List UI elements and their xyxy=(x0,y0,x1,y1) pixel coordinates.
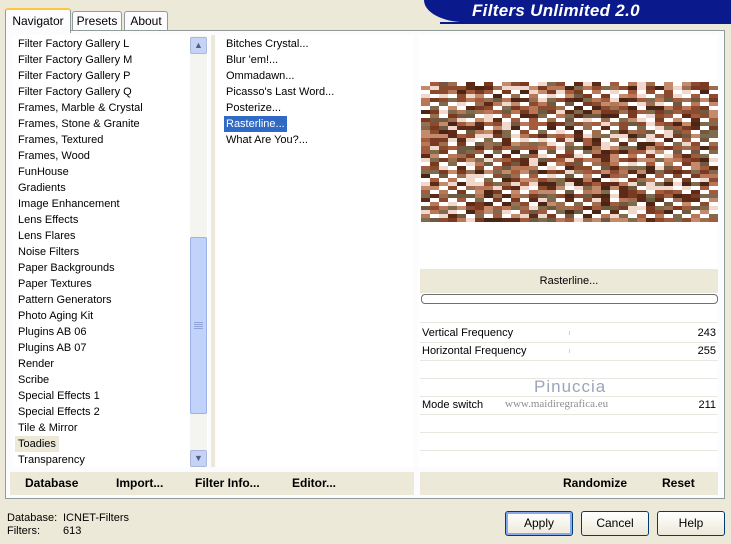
category-item[interactable]: Frames, Textured xyxy=(18,132,103,148)
param-track xyxy=(569,331,570,335)
filter-list[interactable]: Bitches Crystal... Blur 'em!... Ommadawn..… xyxy=(216,35,414,467)
category-list[interactable]: Filter Factory Gallery L Filter Factory G… xyxy=(13,35,208,467)
tab-presets[interactable]: Presets xyxy=(72,11,122,31)
category-item[interactable]: Gradients xyxy=(18,180,66,196)
filter-item[interactable]: Picasso's Last Word... xyxy=(226,84,334,100)
param-label: Mode switch xyxy=(422,399,484,411)
scroll-grip-line xyxy=(194,322,203,323)
category-item[interactable]: Special Effects 2 xyxy=(18,404,100,420)
watermark-url: www.maidiregrafica.eu xyxy=(505,398,609,410)
category-item[interactable]: Frames, Wood xyxy=(18,148,90,164)
import-button[interactable]: Import... xyxy=(116,474,163,492)
category-item[interactable]: Filter Factory Gallery Q xyxy=(18,84,132,100)
category-item[interactable]: FunHouse xyxy=(18,164,69,180)
filter-info-button[interactable]: Filter Info... xyxy=(195,474,260,492)
tab-about[interactable]: About xyxy=(124,11,168,31)
filter-name-label: Rasterline... xyxy=(420,269,718,293)
category-item[interactable]: Pattern Generators xyxy=(18,292,112,308)
param-separator xyxy=(420,322,718,323)
filter-preview-image xyxy=(421,82,718,222)
param-separator xyxy=(420,432,718,433)
database-label: Database: xyxy=(7,512,58,524)
category-item[interactable]: Plugins AB 06 xyxy=(18,324,87,340)
scroll-thumb[interactable] xyxy=(190,237,207,414)
param-value: 255 xyxy=(697,345,716,357)
scroll-grip-line xyxy=(194,324,203,325)
param-separator xyxy=(420,414,718,415)
filter-item[interactable]: Blur 'em!... xyxy=(226,52,278,68)
category-item[interactable]: Lens Flares xyxy=(18,228,75,244)
filter-item[interactable]: Posterize... xyxy=(226,100,281,116)
database-value: ICNET-Filters xyxy=(63,512,129,524)
param-value: 243 xyxy=(697,327,716,339)
category-item[interactable]: Frames, Marble & Crystal xyxy=(18,100,143,116)
category-scrollbar[interactable]: ▲ ▼ xyxy=(190,36,207,467)
param-value: 211 xyxy=(698,399,716,411)
category-item[interactable]: Photo Aging Kit xyxy=(18,308,93,324)
filter-item[interactable]: Bitches Crystal... xyxy=(226,36,309,52)
category-item[interactable]: Paper Backgrounds xyxy=(18,260,115,276)
category-item[interactable]: Noise Filters xyxy=(18,244,79,260)
category-item[interactable]: Render xyxy=(18,356,54,372)
param-label: Vertical Frequency xyxy=(422,327,514,339)
category-item[interactable]: Plugins AB 07 xyxy=(18,340,87,356)
database-button[interactable]: Database xyxy=(25,474,78,492)
app-title: Filters Unlimited 2.0 xyxy=(472,1,640,20)
param-separator xyxy=(420,360,718,361)
category-item[interactable]: Filter Factory Gallery L xyxy=(18,36,129,52)
category-item[interactable]: Filter Factory Gallery M xyxy=(18,52,132,68)
filters-count-value: 613 xyxy=(63,525,82,537)
category-item[interactable]: Scribe xyxy=(18,372,49,388)
param-separator xyxy=(420,450,718,451)
category-item[interactable]: Tile & Mirror xyxy=(18,420,77,436)
list-divider xyxy=(211,35,215,467)
category-item[interactable]: Special Effects 1 xyxy=(18,388,100,404)
scroll-up-button[interactable]: ▲ xyxy=(190,37,207,54)
reset-button[interactable]: Reset xyxy=(662,474,695,492)
watermark-name: Pinuccia xyxy=(534,377,607,396)
category-item[interactable]: Toadies xyxy=(15,436,59,452)
param-track xyxy=(569,349,570,353)
randomize-button[interactable]: Randomize xyxy=(563,474,627,492)
editor-button[interactable]: Editor... xyxy=(292,474,336,492)
progress-bar xyxy=(421,294,718,304)
filter-item[interactable]: What Are You?... xyxy=(226,132,308,148)
category-item[interactable]: Image Enhancement xyxy=(18,196,120,212)
category-item[interactable]: Frames, Stone & Granite xyxy=(18,116,140,132)
category-item[interactable]: Filter Factory Gallery P xyxy=(18,68,130,84)
filters-count-label: Filters: xyxy=(7,525,40,537)
scroll-grip-line xyxy=(194,326,203,327)
category-item[interactable]: Lens Effects xyxy=(18,212,78,228)
filter-item[interactable]: Ommadawn... xyxy=(226,68,294,84)
category-item[interactable]: Paper Textures xyxy=(18,276,92,292)
scroll-grip-line xyxy=(194,328,203,329)
param-row-horizontal-frequency[interactable]: Horizontal Frequency 255 xyxy=(421,343,718,359)
title-banner-line xyxy=(440,22,731,24)
apply-button[interactable]: Apply xyxy=(505,511,573,536)
filter-item[interactable]: Rasterline... xyxy=(224,116,287,132)
scroll-down-button[interactable]: ▼ xyxy=(190,450,207,467)
tab-navigator[interactable]: Navigator xyxy=(5,8,71,33)
category-item[interactable]: Transparency xyxy=(18,452,85,468)
help-button[interactable]: Help xyxy=(657,511,725,536)
cancel-button[interactable]: Cancel xyxy=(581,511,649,536)
param-row-vertical-frequency[interactable]: Vertical Frequency 243 xyxy=(421,325,718,341)
param-label: Horizontal Frequency xyxy=(422,345,527,357)
